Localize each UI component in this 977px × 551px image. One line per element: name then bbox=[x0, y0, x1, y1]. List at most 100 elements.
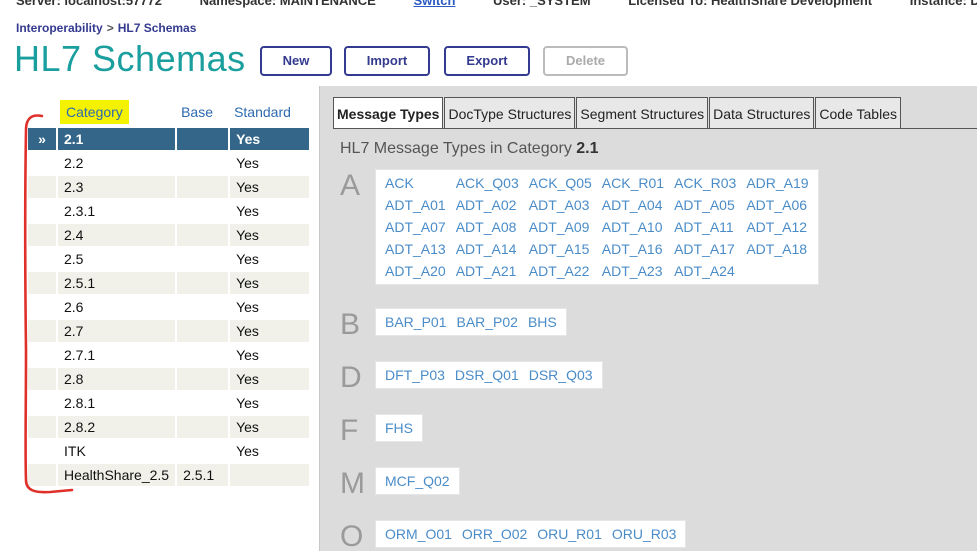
message-type-link[interactable]: ADT_A22 bbox=[524, 260, 597, 282]
breadcrumb-interoperability[interactable]: Interoperability bbox=[16, 21, 103, 35]
message-type-link[interactable]: ADT_A11 bbox=[669, 216, 741, 238]
category-row[interactable]: 2.8.2 Yes bbox=[28, 416, 310, 438]
message-type-link[interactable]: ADT_A23 bbox=[597, 260, 669, 282]
row-marker bbox=[28, 200, 56, 222]
category-cell-base bbox=[177, 128, 229, 150]
category-cell-standard: Yes bbox=[230, 368, 310, 390]
message-type-link[interactable]: MCF_Q02 bbox=[380, 470, 455, 492]
message-type-link[interactable]: ADT_A10 bbox=[597, 216, 669, 238]
message-type-link[interactable]: BAR_P01 bbox=[380, 311, 451, 333]
message-type-link[interactable]: ACK_Q03 bbox=[451, 172, 524, 194]
message-types-heading: HL7 Message Types in Category 2.1 bbox=[340, 140, 599, 158]
license-info: Licensed To: HealthShare Development bbox=[628, 0, 873, 8]
category-row[interactable]: 2.7 Yes bbox=[28, 320, 310, 342]
base-column-header[interactable]: Base bbox=[177, 98, 228, 126]
row-marker bbox=[28, 464, 56, 486]
category-cell-base bbox=[177, 176, 229, 198]
message-type-grid: ACK ACK_Q03 ACK_Q05 ACK_R01 ACK_R03 ADR_A19 AD… bbox=[380, 172, 814, 282]
switch-link[interactable]: Switch bbox=[413, 0, 455, 8]
category-row[interactable]: 2.5 Yes bbox=[28, 248, 309, 270]
category-row[interactable]: HealthShare_2.5 2.5.1 bbox=[28, 464, 310, 486]
message-type-link[interactable]: ADT_A20 bbox=[380, 260, 451, 282]
message-type-link[interactable]: ORM_O01 bbox=[380, 523, 457, 545]
message-type-link[interactable]: ADT_A09 bbox=[524, 216, 597, 238]
message-type-link[interactable]: ORU_R01 bbox=[532, 523, 607, 545]
message-type-link[interactable]: ADT_A15 bbox=[524, 238, 597, 260]
message-type-link[interactable]: ACK_Q05 bbox=[524, 172, 597, 194]
message-type-link[interactable]: ACK_R01 bbox=[597, 172, 669, 194]
message-type-link[interactable]: ADT_A04 bbox=[597, 194, 669, 216]
message-type-link[interactable]: ORR_O02 bbox=[457, 523, 532, 545]
message-type-link[interactable]: ADT_A18 bbox=[741, 238, 813, 260]
message-type-link[interactable]: ADT_A16 bbox=[597, 238, 669, 260]
breadcrumb-hl7-schemas[interactable]: HL7 Schemas bbox=[118, 21, 197, 35]
category-cell-base bbox=[177, 320, 229, 342]
category-row[interactable]: 2.8 Yes bbox=[28, 368, 310, 390]
message-type-link[interactable]: ACK_R03 bbox=[669, 172, 741, 194]
message-type-link[interactable]: ADT_A03 bbox=[524, 194, 597, 216]
message-type-grid: FHS bbox=[380, 417, 418, 439]
message-type-link[interactable]: ADT_A24 bbox=[669, 260, 741, 282]
server-info: Server: localhost:57772 bbox=[16, 0, 162, 8]
message-type-link[interactable]: ORU_R03 bbox=[607, 523, 682, 545]
category-cell-category: 2.5.1 bbox=[58, 272, 176, 294]
message-type-link[interactable]: ADT_A21 bbox=[451, 260, 524, 282]
message-type-box: MCF_Q02 bbox=[375, 467, 460, 495]
new-button[interactable]: New bbox=[260, 46, 332, 76]
category-row[interactable]: 2.3.1 Yes bbox=[28, 200, 309, 222]
message-type-link[interactable]: ADT_A14 bbox=[451, 238, 524, 260]
category-row[interactable]: 2.5.1 Yes bbox=[28, 272, 310, 294]
category-row[interactable]: ITK Yes bbox=[28, 440, 309, 462]
tab-doctype-structures[interactable]: DocType Structures bbox=[444, 97, 576, 128]
category-row[interactable]: 2.8.1 Yes bbox=[28, 392, 309, 414]
message-type-link[interactable]: ADT_A13 bbox=[380, 238, 451, 260]
message-type-link[interactable]: DFT_P03 bbox=[380, 364, 450, 386]
message-type-link[interactable]: BAR_P02 bbox=[451, 311, 522, 333]
message-type-link[interactable]: ADR_A19 bbox=[741, 172, 813, 194]
category-cell-category: 2.8.1 bbox=[64, 395, 96, 411]
category-row[interactable]: 2.3 Yes bbox=[28, 176, 310, 198]
tab-divider bbox=[333, 128, 977, 129]
row-marker bbox=[28, 272, 56, 294]
category-cell-category: 2.8 bbox=[58, 368, 176, 390]
category-table-header: Category Base Standard bbox=[28, 98, 309, 126]
message-type-link[interactable]: BHS bbox=[523, 311, 562, 333]
tab-message-types[interactable]: Message Types bbox=[333, 97, 444, 128]
row-marker bbox=[28, 368, 56, 390]
message-type-link[interactable]: ADT_A02 bbox=[451, 194, 524, 216]
category-row[interactable]: » 2.1 Yes bbox=[28, 128, 310, 150]
tab-data-structures[interactable]: Data Structures bbox=[709, 97, 815, 128]
message-type-link[interactable]: ADT_A01 bbox=[380, 194, 451, 216]
category-header-label: Category bbox=[60, 100, 129, 124]
message-type-link[interactable]: ADT_A12 bbox=[741, 216, 813, 238]
category-column-header[interactable]: Category bbox=[58, 98, 175, 126]
top-status-bar: Server: localhost:57772 Namespace: MAINT… bbox=[0, 0, 977, 12]
category-row[interactable]: 2.7.1 Yes bbox=[28, 344, 309, 366]
letter-heading: O bbox=[340, 520, 364, 551]
letter-heading: D bbox=[340, 361, 362, 394]
message-type-link[interactable]: ADT_A05 bbox=[669, 194, 741, 216]
message-type-grid: BAR_P01 BAR_P02 BHS bbox=[380, 311, 562, 333]
standard-column-header[interactable]: Standard bbox=[230, 98, 309, 126]
message-type-link[interactable]: ADT_A08 bbox=[451, 216, 524, 238]
export-button[interactable]: Export bbox=[444, 46, 530, 76]
tab-code-tables[interactable]: Code Tables bbox=[815, 97, 901, 128]
category-cell-standard: Yes bbox=[236, 395, 259, 411]
category-cell-category: 2.7 bbox=[58, 320, 176, 342]
message-type-link[interactable]: ADT_A17 bbox=[669, 238, 741, 260]
tab-segment-structures[interactable]: Segment Structures bbox=[576, 97, 709, 128]
row-marker bbox=[28, 344, 56, 366]
message-type-link[interactable]: DSR_Q03 bbox=[524, 364, 598, 386]
category-row[interactable]: 2.4 Yes bbox=[28, 224, 310, 246]
message-type-link[interactable]: FHS bbox=[380, 417, 418, 439]
category-cell-category: ITK bbox=[64, 443, 86, 459]
message-type-box: BAR_P01 BAR_P02 BHS bbox=[375, 308, 567, 336]
message-type-link[interactable]: ACK bbox=[380, 172, 451, 194]
message-type-link[interactable]: ADT_A06 bbox=[741, 194, 813, 216]
category-row[interactable]: 2.6 Yes bbox=[28, 296, 309, 318]
category-row[interactable]: 2.2 Yes bbox=[28, 152, 309, 174]
category-cell-base bbox=[177, 224, 229, 246]
import-button[interactable]: Import bbox=[344, 46, 430, 76]
message-type-link[interactable]: DSR_Q01 bbox=[450, 364, 524, 386]
message-type-link[interactable]: ADT_A07 bbox=[380, 216, 451, 238]
